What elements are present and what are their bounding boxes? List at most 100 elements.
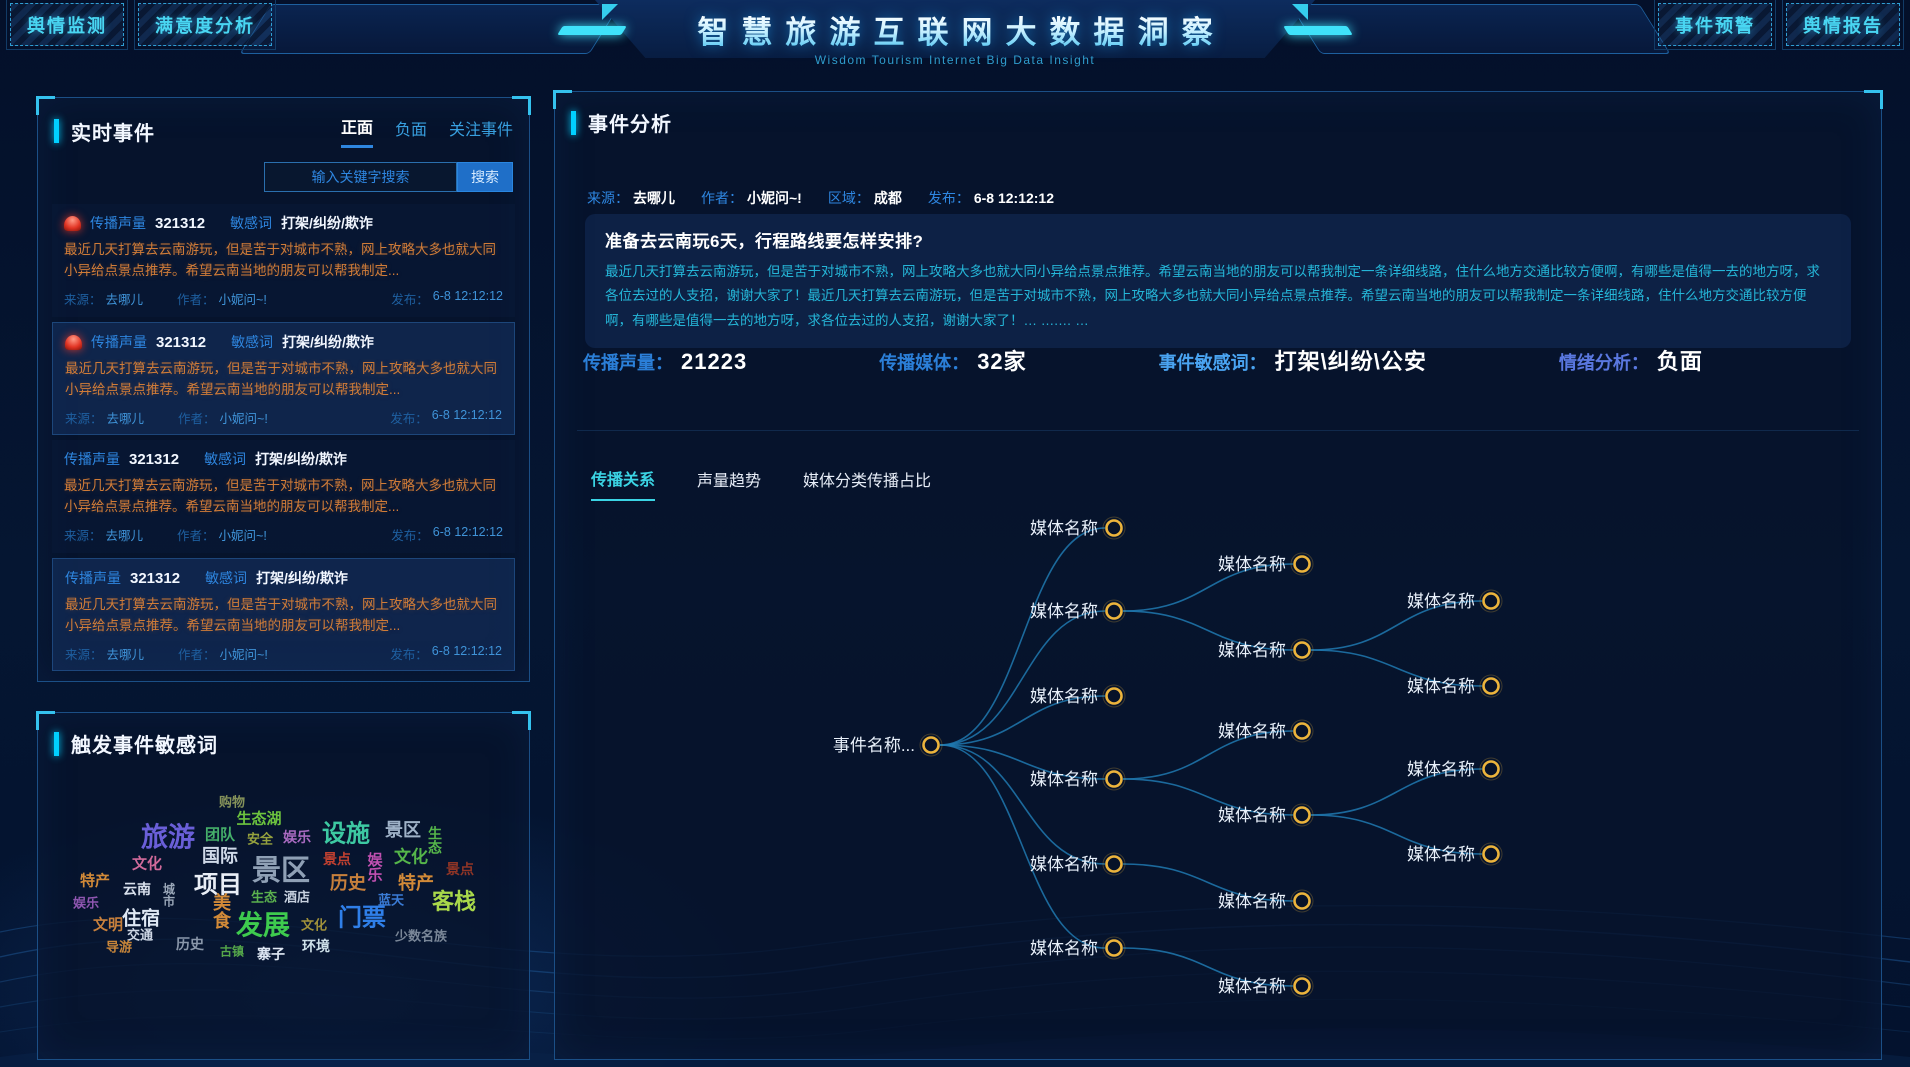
- tree-node[interactable]: [1107, 689, 1122, 704]
- realtime-events-panel: 实时事件 正面负面关注事件 搜索 传播声量321312敏感词打架/纠纷/欺诈最近…: [37, 97, 530, 682]
- event-meta-2: 发布：6-8 12:12:12: [390, 644, 502, 663]
- divider: [577, 430, 1859, 431]
- cloud-word[interactable]: 娱乐: [364, 852, 385, 882]
- cloud-word[interactable]: 景区: [252, 847, 310, 889]
- keywords-value: 打架/纠纷/欺诈: [282, 332, 374, 352]
- cloud-word[interactable]: 云南: [123, 879, 151, 899]
- cloud-word[interactable]: 古镇: [220, 943, 244, 960]
- event-stats-row: 传播声量：21223传播媒体：32家事件敏感词：打架\纠纷\公安情绪分析：负面: [583, 344, 1703, 376]
- keywords-value: 打架/纠纷/欺诈: [255, 449, 347, 469]
- nav-button-left-0[interactable]: 舆情监测: [10, 3, 124, 46]
- tree-node[interactable]: [1295, 894, 1310, 909]
- tree-node-label: 媒体名称: [1407, 677, 1475, 696]
- tree-node[interactable]: [1295, 557, 1310, 572]
- realtime-tab-1[interactable]: 负面: [395, 114, 427, 148]
- tree-node-label: 媒体名称: [1218, 722, 1286, 741]
- realtime-tabs: 正面负面关注事件: [341, 114, 513, 148]
- search-button[interactable]: 搜索: [457, 162, 513, 192]
- tree-node-label: 媒体名称: [1030, 939, 1098, 958]
- event-title: 准备去云南玩6天，行程路线要怎样安排?: [605, 227, 1831, 252]
- event-card[interactable]: 传播声量321312敏感词打架/纠纷/欺诈最近几天打算去云南游玩，但是苦于对城市…: [52, 204, 515, 317]
- cloud-word[interactable]: 导游: [106, 937, 132, 956]
- tree-node-label: 媒体名称: [1407, 592, 1475, 611]
- cloud-word[interactable]: 寨子: [257, 944, 285, 964]
- tree-edge: [940, 528, 1105, 745]
- tree-root-label: 事件名称...: [833, 736, 915, 755]
- volume-value: 321312: [155, 215, 205, 232]
- event-meta-0: 来源：去哪儿: [64, 289, 143, 308]
- cloud-word[interactable]: 旅游: [141, 816, 195, 855]
- tree-node[interactable]: [1484, 762, 1499, 777]
- event-analysis-panel: 事件分析 来源：去哪儿作者：小妮问~!区域：成都发布：6-8 12:12:12 …: [554, 91, 1882, 1060]
- tree-node[interactable]: [1484, 594, 1499, 609]
- cloud-word[interactable]: 城市: [161, 883, 178, 907]
- cloud-word[interactable]: 历史: [330, 869, 366, 895]
- cloud-word[interactable]: 设施: [322, 814, 370, 849]
- tree-node[interactable]: [1107, 941, 1122, 956]
- tree-node[interactable]: [1107, 772, 1122, 787]
- cloud-word[interactable]: 娱乐: [73, 893, 99, 912]
- cloud-word[interactable]: 少数名族: [395, 926, 447, 945]
- event-card[interactable]: 传播声量321312敏感词打架/纠纷/欺诈最近几天打算去云南游玩，但是苦于对城市…: [52, 558, 515, 671]
- cloud-word[interactable]: 安全: [247, 829, 273, 848]
- tree-node[interactable]: [1295, 643, 1310, 658]
- tree-node[interactable]: [1107, 857, 1122, 872]
- realtime-tab-2[interactable]: 关注事件: [449, 114, 513, 148]
- tree-node-label: 媒体名称: [1218, 806, 1286, 825]
- tree-node[interactable]: [1107, 604, 1122, 619]
- event-meta-2: 发布：6-8 12:12:12: [391, 525, 503, 544]
- tree-node-label: 媒体名称: [1218, 892, 1286, 911]
- tree-node-label: 媒体名称: [1030, 519, 1098, 538]
- spread-relationship-tree: 事件名称...媒体名称媒体名称媒体名称媒体名称媒体名称媒体名称媒体名称媒体名称媒…: [559, 492, 1879, 1052]
- cloud-word[interactable]: 发展: [236, 904, 290, 943]
- volume-value: 321312: [156, 334, 206, 351]
- tree-node[interactable]: [1295, 808, 1310, 823]
- volume-value: 321312: [130, 570, 180, 587]
- cloud-word[interactable]: 文化: [132, 853, 162, 874]
- analysis-meta-2: 区域：成都: [828, 188, 902, 208]
- nav-button-right-0[interactable]: 事件预警: [1658, 3, 1772, 46]
- title-bar-decoration: [54, 119, 59, 143]
- tree-node[interactable]: [1484, 847, 1499, 862]
- cloud-word[interactable]: 环境: [302, 936, 330, 956]
- cloud-word[interactable]: 生态湖: [236, 808, 281, 829]
- realtime-tab-0[interactable]: 正面: [341, 114, 373, 148]
- analysis-meta-1: 作者：小妮问~!: [701, 188, 802, 208]
- nav-button-right-1[interactable]: 舆情报告: [1786, 3, 1900, 46]
- cloud-word[interactable]: 生态: [425, 826, 445, 854]
- tree-edge: [940, 611, 1105, 745]
- cloud-word[interactable]: 文明: [93, 914, 123, 935]
- tree-node-label: 媒体名称: [1407, 760, 1475, 779]
- cloud-word[interactable]: 文化: [394, 843, 428, 868]
- tree-node[interactable]: [1295, 724, 1310, 739]
- cloud-word[interactable]: 历史: [176, 934, 204, 954]
- event-card[interactable]: 传播声量321312敏感词打架/纠纷/欺诈最近几天打算去云南游玩，但是苦于对城市…: [52, 322, 515, 435]
- cloud-word[interactable]: 景点: [323, 849, 351, 869]
- cloud-word[interactable]: 特产: [80, 870, 110, 891]
- event-content: 最近几天打算去云南游玩，但是苦于对城市不熟，网上攻略大多也就大同小异给点景点推荐…: [64, 476, 503, 518]
- tree-node-label: 媒体名称: [1030, 770, 1098, 789]
- cloud-word[interactable]: 门票: [338, 898, 386, 933]
- tree-node-label: 媒体名称: [1218, 555, 1286, 574]
- cloud-word[interactable]: 娱乐: [283, 827, 311, 847]
- event-meta-2: 发布：6-8 12:12:12: [391, 289, 503, 308]
- alarm-icon: [65, 335, 82, 350]
- nav-left: 舆情监测满意度分析: [10, 3, 272, 46]
- tree-node[interactable]: [1295, 979, 1310, 994]
- keywords-label: 敏感词: [230, 213, 272, 233]
- cloud-word[interactable]: 美食: [208, 893, 234, 929]
- event-meta-1: 作者：小妮问~!: [178, 408, 268, 427]
- title-bar-decoration: [54, 732, 59, 756]
- event-meta-0: 来源：去哪儿: [65, 408, 144, 427]
- tree-node[interactable]: [1107, 521, 1122, 536]
- search-input[interactable]: [264, 162, 457, 192]
- tree-node[interactable]: [1484, 679, 1499, 694]
- event-card[interactable]: 传播声量321312敏感词打架/纠纷/欺诈最近几天打算去云南游玩，但是苦于对城市…: [52, 440, 515, 553]
- nav-button-left-1[interactable]: 满意度分析: [138, 3, 272, 46]
- cloud-word[interactable]: 景点: [446, 859, 474, 879]
- cloud-word[interactable]: 客栈: [432, 884, 476, 916]
- app-subtitle: Wisdom Tourism Internet Big Data Insight: [0, 53, 1910, 67]
- cloud-word[interactable]: 景区: [385, 816, 421, 842]
- cloud-word[interactable]: 文化: [301, 915, 327, 934]
- tree-root-node[interactable]: [924, 738, 939, 753]
